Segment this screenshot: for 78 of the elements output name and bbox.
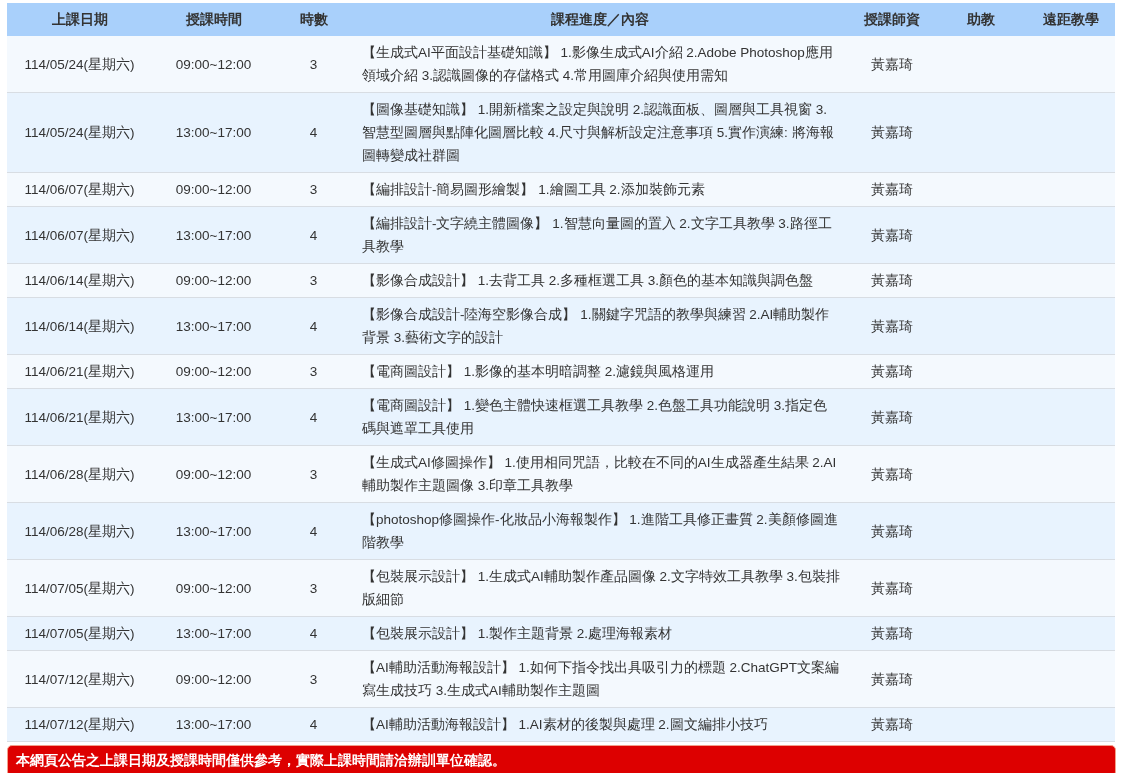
table-cell: 09:00~12:00: [152, 354, 275, 389]
table-cell: 黃嘉琦: [848, 263, 935, 298]
course-content-cell: 【AI輔助活動海報設計】 1.AI素材的後製與處理 2.圖文編排小技巧: [352, 707, 848, 742]
table-cell: 黃嘉琦: [848, 707, 935, 742]
table-cell: 3: [275, 36, 352, 93]
table-cell: 3: [275, 263, 352, 298]
table-cell: 09:00~12:00: [152, 650, 275, 708]
table-cell: 114/06/28(星期六): [7, 502, 152, 560]
table-cell: 13:00~17:00: [152, 502, 275, 560]
column-header: 上課日期: [7, 3, 152, 36]
course-content-cell: 【包裝展示設計】 1.生成式AI輔助製作產品圖像 2.文字特效工具教學 3.包裝排版細節: [352, 559, 848, 617]
table-cell: 4: [275, 92, 352, 173]
column-header: 授課師資: [848, 3, 935, 36]
table-cell: 3: [275, 650, 352, 708]
table-cell: 黃嘉琦: [848, 36, 935, 93]
table-cell: 13:00~17:00: [152, 707, 275, 742]
column-header: 助教: [935, 3, 1027, 36]
notice-banner: 本網頁公告之上課日期及授課時間僅供參考，實際上課時間請洽辦訓單位確認。: [7, 745, 1116, 773]
table-cell: 09:00~12:00: [152, 445, 275, 503]
table-cell: 黃嘉琦: [848, 445, 935, 503]
table-cell: 黃嘉琦: [848, 388, 935, 446]
table-cell: 黃嘉琦: [848, 354, 935, 389]
table-cell: 13:00~17:00: [152, 206, 275, 264]
table-cell: 4: [275, 616, 352, 651]
table-cell: 114/06/21(星期六): [7, 354, 152, 389]
table-cell: 3: [275, 354, 352, 389]
course-content-cell: 【電商圖設計】 1.變色主體快速框選工具教學 2.色盤工具功能說明 3.指定色碼與遮罩工具使用: [352, 388, 848, 446]
table-cell: 114/05/24(星期六): [7, 36, 152, 93]
table-cell: 黃嘉琦: [848, 92, 935, 173]
column-header: 課程進度／內容: [352, 3, 848, 36]
course-content-cell: 【編排設計-簡易圖形繪製】 1.繪圖工具 2.添加裝飾元素: [352, 172, 848, 207]
course-content-cell: 【photoshop修圖操作-化妝品小海報製作】 1.進階工具修正畫質 2.美顏修圖進階教學: [352, 502, 848, 560]
table-cell: 114/06/07(星期六): [7, 206, 152, 264]
table-cell: 黃嘉琦: [848, 206, 935, 264]
course-content-cell: 【AI輔助活動海報設計】 1.如何下指令找出具吸引力的標題 2.ChatGPT文案編寫生成技巧 3.生成式AI輔助製作主題圖: [352, 650, 848, 708]
course-content-cell: 【生成式AI修圖操作】 1.使用相同咒語，比較在不同的AI生成器產生結果 2.AI輔助製作主題圖像 3.印章工具教學: [352, 445, 848, 503]
table-cell: 4: [275, 388, 352, 446]
table-cell: 4: [275, 502, 352, 560]
table-cell: 09:00~12:00: [152, 263, 275, 298]
table-cell: 114/06/14(星期六): [7, 263, 152, 298]
table-cell: 4: [275, 707, 352, 742]
course-content-cell: 【電商圖設計】 1.影像的基本明暗調整 2.濾鏡與風格運用: [352, 354, 848, 389]
table-cell: 黃嘉琦: [848, 559, 935, 617]
table-cell: 4: [275, 297, 352, 355]
table-cell: 黃嘉琦: [848, 172, 935, 207]
column-header: 遠距教學: [1027, 3, 1115, 36]
course-content-cell: 【影像合成設計】 1.去背工具 2.多種框選工具 3.顏色的基本知識與調色盤: [352, 263, 848, 298]
course-content-cell: 【圖像基礎知識】 1.開新檔案之設定與說明 2.認識面板、圖層與工具視窗 3.智慧型圖層與點陣化圖層比較 4.尺寸與解析設定注意事項 5.實作演練: 將海報圖轉變成社群圖: [352, 92, 848, 173]
table-cell: 3: [275, 172, 352, 207]
table-cell: 114/07/12(星期六): [7, 707, 152, 742]
table-cell: 3: [275, 559, 352, 617]
table-cell: 13:00~17:00: [152, 388, 275, 446]
table-cell: 09:00~12:00: [152, 36, 275, 93]
table-cell: 114/07/05(星期六): [7, 559, 152, 617]
course-content-cell: 【影像合成設計-陸海空影像合成】 1.關鍵字咒語的教學與練習 2.AI輔助製作背景 3.藝術文字的設計: [352, 297, 848, 355]
table-cell: 09:00~12:00: [152, 172, 275, 207]
table-cell: 13:00~17:00: [152, 92, 275, 173]
table-cell: 黃嘉琦: [848, 297, 935, 355]
course-content-cell: 【生成式AI平面設計基礎知識】 1.影像生成式AI介紹 2.Adobe Photoshop應用領域介紹 3.認識圖像的存儲格式 4.常用圖庫介紹與使用需知: [352, 36, 848, 93]
table-cell: 09:00~12:00: [152, 559, 275, 617]
table-cell: 13:00~17:00: [152, 297, 275, 355]
table-cell: 黃嘉琦: [848, 616, 935, 651]
table-cell: 114/06/28(星期六): [7, 445, 152, 503]
course-content-cell: 【編排設計-文字繞主體圖像】 1.智慧向量圖的置入 2.文字工具教學 3.路徑工具教學: [352, 206, 848, 264]
table-cell: 114/06/14(星期六): [7, 297, 152, 355]
table-cell: 114/05/24(星期六): [7, 92, 152, 173]
table-cell: 114/06/21(星期六): [7, 388, 152, 446]
table-cell: 114/07/05(星期六): [7, 616, 152, 651]
table-cell: 黃嘉琦: [848, 502, 935, 560]
table-cell: 114/07/12(星期六): [7, 650, 152, 708]
table-cell: 114/06/07(星期六): [7, 172, 152, 207]
table-cell: 3: [275, 445, 352, 503]
table-cell: 4: [275, 206, 352, 264]
table-cell: 13:00~17:00: [152, 616, 275, 651]
column-header: 時數: [275, 3, 352, 36]
column-header: 授課時間: [152, 3, 275, 36]
table-cell: 黃嘉琦: [848, 650, 935, 708]
course-content-cell: 【包裝展示設計】 1.製作主題背景 2.處理海報素材: [352, 616, 848, 651]
